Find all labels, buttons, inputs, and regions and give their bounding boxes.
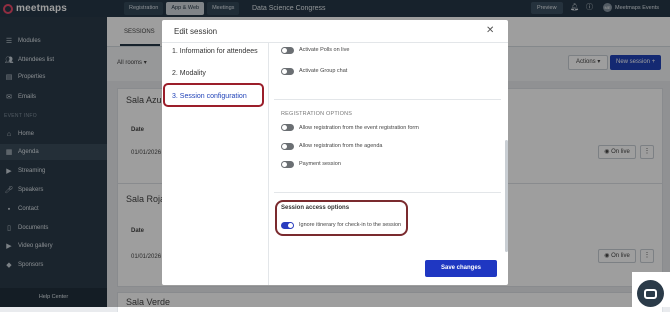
edit-session-modal: Edit session ✕ 1. Information for attend…	[162, 20, 508, 285]
divider	[274, 99, 501, 100]
option-label: Activate Polls on live	[299, 47, 350, 53]
scrollbar[interactable]	[505, 140, 508, 252]
close-icon[interactable]: ✕	[486, 25, 494, 36]
access-highlight-annotation	[275, 200, 408, 236]
divider	[274, 192, 501, 193]
toggle-registration-agenda[interactable]	[281, 143, 294, 150]
chat-button[interactable]	[637, 280, 664, 307]
step-information[interactable]: 1. Information for attendees	[172, 48, 258, 55]
option-label: Payment session	[299, 161, 341, 167]
step-modality[interactable]: 2. Modality	[172, 70, 206, 77]
save-changes-button[interactable]: Save changes	[425, 260, 497, 277]
modal-title: Edit session	[174, 27, 218, 36]
step-highlight-annotation	[163, 83, 264, 107]
toggle-registration-form[interactable]	[281, 124, 294, 131]
toggle-polls[interactable]	[281, 47, 294, 54]
registration-options-heading: REGISTRATION OPTIONS	[281, 111, 353, 117]
option-label: Allow registration from the event regist…	[299, 125, 419, 131]
option-label: Activate Group chat	[299, 68, 348, 74]
toggle-payment-session[interactable]	[281, 161, 294, 168]
chat-icon	[644, 288, 657, 299]
session-configuration-panel: Activate Polls on live Activate Group ch…	[270, 43, 508, 285]
steps-nav: 1. Information for attendees 2. Modality…	[162, 43, 269, 285]
toggle-group-chat[interactable]	[281, 68, 294, 75]
option-label: Allow registration from the agenda	[299, 143, 383, 149]
